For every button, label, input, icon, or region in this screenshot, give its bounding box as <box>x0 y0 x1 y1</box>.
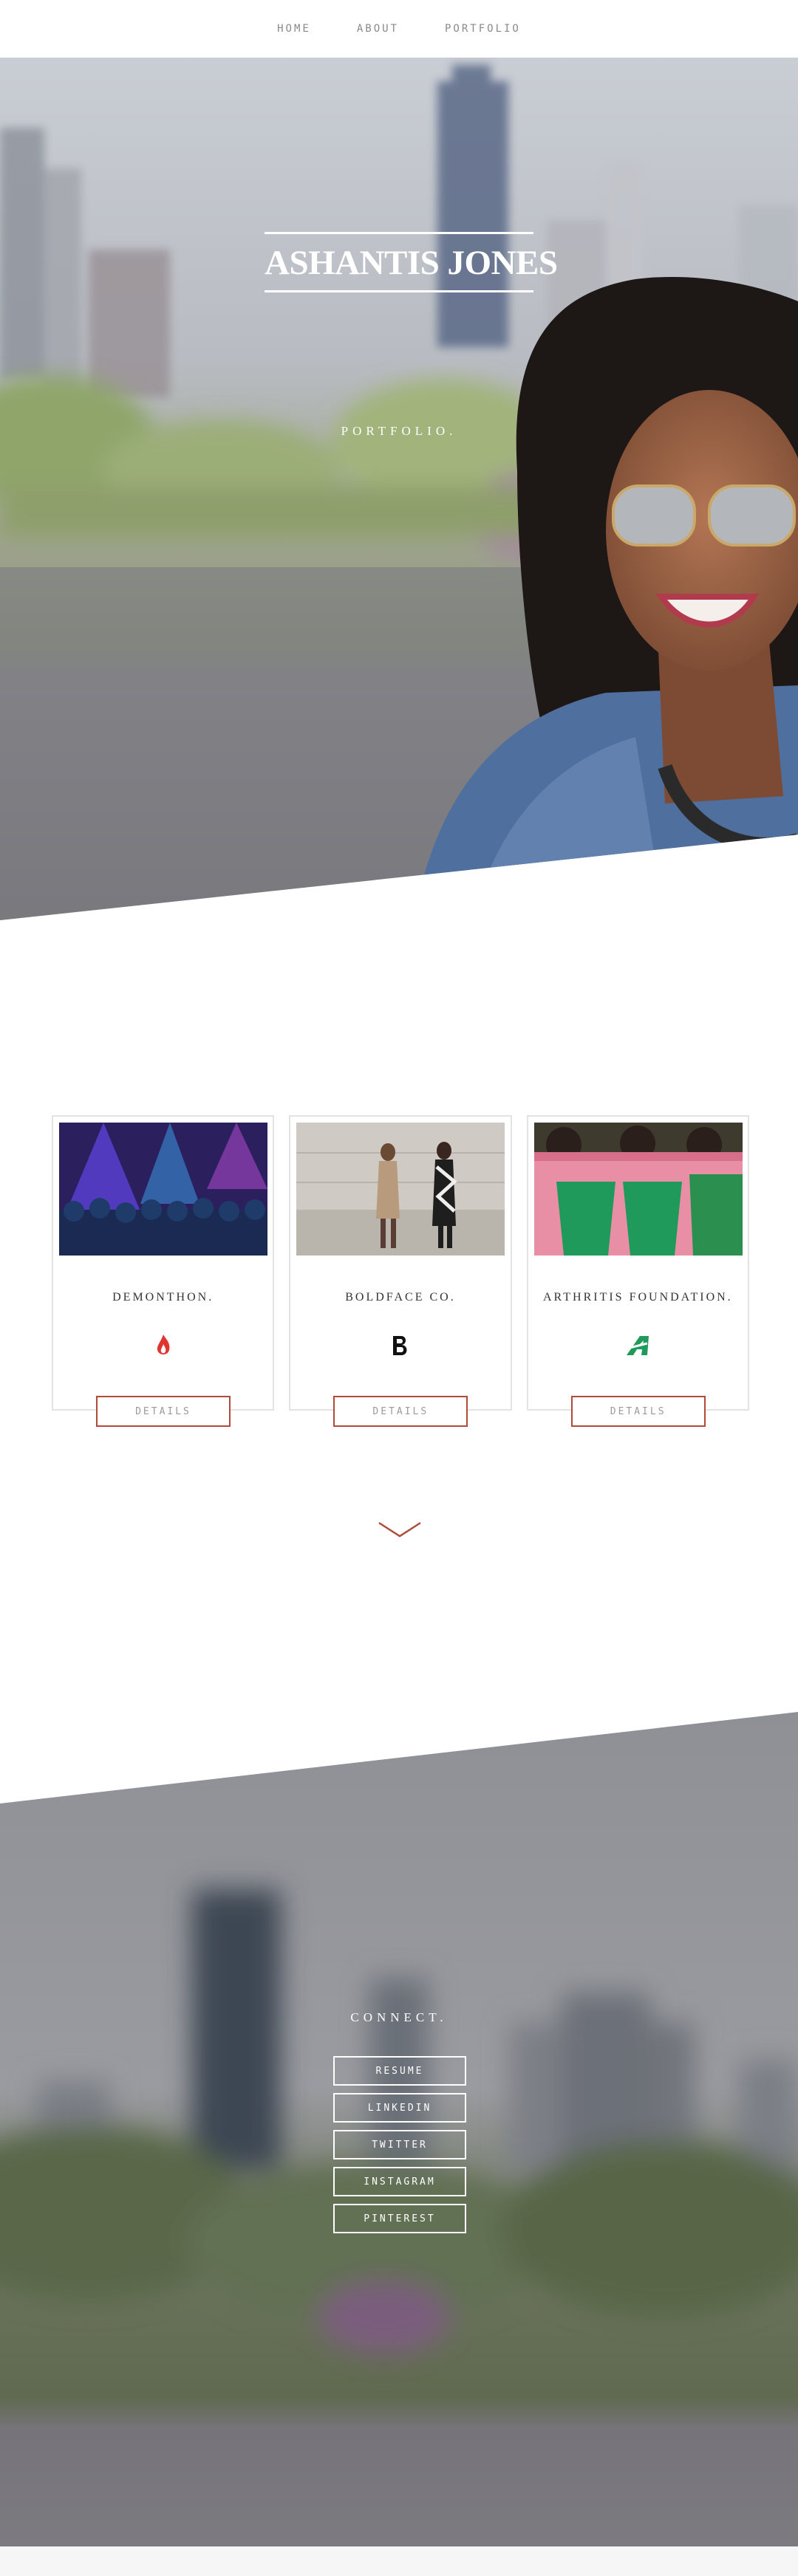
linkedin-button[interactable]: LINKEDIN <box>333 2093 466 2123</box>
card-title: ARTHRITIS FOUNDATION. <box>542 1291 733 1304</box>
details-button[interactable]: DETAILS <box>333 1396 468 1427</box>
nav-portfolio-link[interactable]: PORTFOLIO <box>445 23 521 35</box>
portfolio-cards: DEMONTHON. DETAILS BOLDFACE CO. DETAILS … <box>52 1115 749 1427</box>
footer-strip <box>0 2546 798 2576</box>
card-logo <box>290 1331 510 1360</box>
instagram-button[interactable]: INSTAGRAM <box>333 2167 466 2196</box>
hero-background-photo <box>0 58 798 920</box>
hero-subtitle: PORTFOLIO. <box>341 424 457 438</box>
card-image-arthritis <box>533 1123 743 1256</box>
card-title: DEMONTHON. <box>112 1291 214 1304</box>
nav-about-link[interactable]: ABOUT <box>357 23 399 35</box>
portfolio-card-demonthon: DEMONTHON. DETAILS <box>52 1115 275 1427</box>
portfolio-card-arthritis: ARTHRITIS FOUNDATION. DETAILS <box>526 1115 749 1427</box>
card-image-demonthon <box>59 1123 267 1256</box>
card-image-boldface <box>296 1123 505 1256</box>
connect-section: CONNECT. RESUME LINKEDIN TWITTER INSTAGR… <box>0 1712 798 2546</box>
chevron-down-icon[interactable] <box>378 1521 422 1539</box>
connect-title: CONNECT. <box>350 2010 448 2024</box>
nav-home-link[interactable]: HOME <box>277 23 311 35</box>
details-button[interactable]: DETAILS <box>570 1396 706 1427</box>
portfolio-card-boldface: BOLDFACE CO. DETAILS <box>289 1115 512 1427</box>
hero-section: ASHANTIS JONES PORTFOLIO. <box>0 58 798 920</box>
letter-b-icon <box>392 1336 407 1355</box>
hero-title: ASHANTIS JONES <box>265 244 558 282</box>
hero-title-block: ASHANTIS JONES <box>265 232 558 292</box>
arthritis-a-icon <box>627 1336 649 1355</box>
connect-links: RESUME LINKEDIN TWITTER INSTAGRAM PINTER… <box>333 2056 466 2233</box>
hero-title-rule-bottom <box>265 290 533 292</box>
flame-icon <box>157 1335 170 1354</box>
card-logo <box>53 1331 273 1360</box>
card-logo <box>528 1331 748 1360</box>
top-nav: HOME ABOUT PORTFOLIO <box>0 0 798 58</box>
twitter-button[interactable]: TWITTER <box>333 2130 466 2159</box>
details-button[interactable]: DETAILS <box>96 1396 231 1427</box>
resume-button[interactable]: RESUME <box>333 2056 466 2086</box>
pinterest-button[interactable]: PINTEREST <box>333 2204 466 2233</box>
card-title: BOLDFACE CO. <box>345 1291 456 1304</box>
